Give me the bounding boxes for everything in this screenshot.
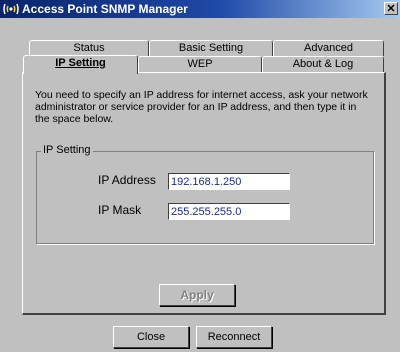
network-wave-icon [3,3,19,15]
ip-address-input[interactable] [168,173,290,190]
close-button[interactable]: Close [113,326,189,348]
tab-ip-setting[interactable]: IP Setting [23,55,138,74]
apply-button[interactable]: Apply [159,284,235,306]
instructions-text: You need to specify an IP address for in… [35,89,368,125]
title-bar[interactable]: Access Point SNMP Manager ✕ [0,0,400,18]
group-label: IP Setting [41,144,93,156]
tab-status[interactable]: Status [29,40,149,56]
ip-setting-panel: You need to specify an IP address for in… [22,72,386,315]
tab-basic-setting[interactable]: Basic Setting [149,40,273,56]
tab-wep[interactable]: WEP [138,56,262,72]
tab-ip-setting-label: IP Setting [55,57,106,69]
ip-mask-label: IP Mask [98,203,142,217]
ip-address-label: IP Address [98,173,156,187]
close-window-icon[interactable]: ✕ [384,2,398,15]
tab-about-log[interactable]: About & Log [262,56,384,72]
window-title: Access Point SNMP Manager [22,2,188,16]
reconnect-button[interactable]: Reconnect [196,326,272,348]
ip-mask-input[interactable] [168,203,290,220]
ip-setting-group: IP Setting IP Address IP Mask [36,144,374,244]
tab-advanced[interactable]: Advanced [273,40,384,56]
